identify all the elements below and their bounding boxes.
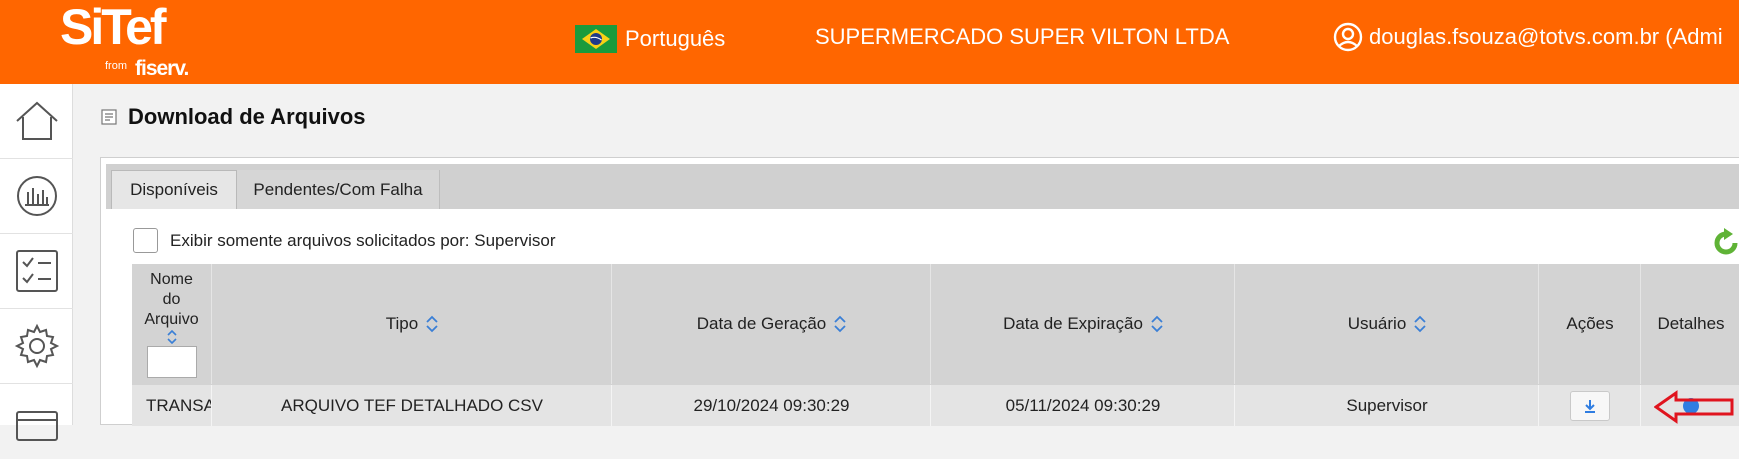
download-button[interactable] [1570, 390, 1610, 421]
column-header-tipo[interactable]: Tipo [213, 264, 612, 384]
column-header-geracao-label: Data de Geração [696, 314, 827, 333]
home-icon [15, 101, 58, 140]
gear-icon [14, 323, 59, 369]
user-email: douglas.fsouza@totvs.com.br (Admi [1369, 24, 1723, 49]
red-arrow-annotation-icon [1654, 390, 1734, 424]
language-selector[interactable]: Português [575, 22, 725, 56]
files-table: Nome do Arquivo Tipo Data de Geração Dat… [132, 264, 1739, 426]
cell-expiracao: 05/11/2024 09:30:29 [932, 385, 1235, 426]
column-header-nome[interactable]: Nome do Arquivo [132, 264, 212, 384]
sort-icon[interactable] [1151, 315, 1163, 333]
logo-fiserv-text: fiserv. [135, 57, 189, 80]
refresh-icon[interactable] [1711, 228, 1739, 258]
tab-disponiveis[interactable]: Disponíveis [111, 170, 237, 209]
column-header-nome-line3: Arquivo [144, 311, 199, 328]
top-header: SiTef from fiserv. Português SUPERMERCAD… [0, 0, 1739, 84]
column-header-usuario-label: Usuário [1347, 314, 1407, 333]
sort-icon[interactable] [1414, 315, 1426, 333]
files-panel: Disponíveis Pendentes/Com Falha Exibir s… [100, 157, 1739, 426]
checklist-icon [15, 250, 58, 292]
page-header: Download de Arquivos [100, 104, 366, 130]
cell-nome: TRANSA [132, 385, 212, 426]
sidebar-item-payments[interactable] [0, 384, 73, 459]
column-header-nome-line1: Nome [150, 271, 193, 288]
chart-icon [16, 176, 57, 216]
table-row[interactable]: TRANSA ARQUIVO TEF DETALHADO CSV 29/10/2… [132, 385, 1739, 426]
cell-tipo: ARQUIVO TEF DETALHADO CSV [213, 385, 612, 426]
sidebar-item-tasks[interactable] [0, 234, 73, 309]
sidebar [0, 84, 73, 441]
tab-pendentes[interactable]: Pendentes/Com Falha [237, 170, 440, 209]
tab-bar: Disponíveis Pendentes/Com Falha [106, 164, 1739, 209]
document-icon [101, 109, 117, 125]
user-menu[interactable]: douglas.fsouza@totvs.com.br (Admi [1333, 22, 1723, 52]
download-icon [1585, 399, 1595, 413]
sidebar-item-settings[interactable] [0, 309, 73, 384]
column-header-expiracao-label: Data de Expiração [1003, 314, 1143, 333]
column-header-nome-line2: do [162, 291, 181, 308]
sitef-logo[interactable]: SiTef from fiserv. [60, 2, 200, 82]
company-name: SUPERMERCADO SUPER VILTON LTDA [815, 24, 1230, 49]
sidebar-item-reports[interactable] [0, 159, 73, 234]
name-filter-input[interactable] [146, 346, 197, 378]
cell-geracao: 29/10/2024 09:30:29 [613, 385, 931, 426]
cell-acoes [1540, 385, 1641, 426]
user-icon [1333, 22, 1363, 52]
brazil-flag-icon [575, 25, 617, 53]
column-header-usuario[interactable]: Usuário [1236, 264, 1539, 384]
column-header-acoes: Ações [1540, 264, 1641, 384]
language-label: Português [625, 26, 726, 51]
page-title: Download de Arquivos [128, 104, 366, 129]
column-header-detalhes: Detalhes [1657, 314, 1725, 333]
column-header-expiracao[interactable]: Data de Expiração [932, 264, 1235, 384]
supervisor-only-label: Exibir somente arquivos solicitados por:… [170, 230, 556, 250]
sidebar-item-home[interactable] [0, 84, 73, 159]
card-icon [15, 410, 58, 441]
sort-icon[interactable] [426, 315, 438, 333]
sort-icon[interactable] [834, 315, 846, 333]
column-header-geracao[interactable]: Data de Geração [613, 264, 931, 384]
supervisor-only-checkbox[interactable] [133, 228, 158, 253]
column-header-tipo-label: Tipo [385, 314, 419, 333]
cell-usuario: Supervisor [1236, 385, 1539, 426]
logo-from-text: from [105, 60, 127, 72]
sort-icon[interactable] [166, 330, 177, 344]
logo-text: SiTef [60, 0, 167, 55]
requested-by-filter: Exibir somente arquivos solicitados por:… [133, 228, 556, 253]
